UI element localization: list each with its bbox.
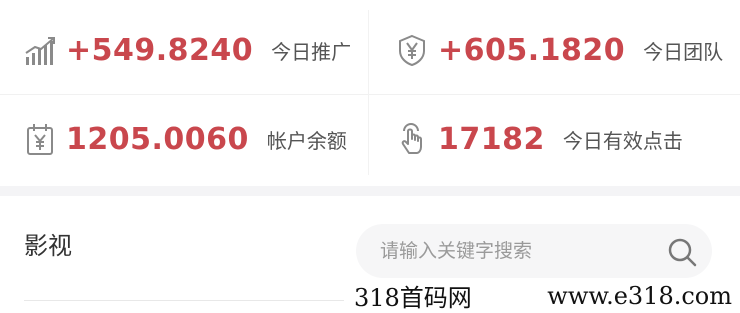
stat-label: 今日推广 bbox=[271, 39, 352, 64]
column-divider bbox=[368, 10, 369, 175]
stat-label: 今日有效点击 bbox=[562, 128, 683, 153]
search-icon[interactable] bbox=[666, 236, 698, 268]
stat-value: +549.8240 bbox=[66, 32, 254, 68]
search-input[interactable] bbox=[380, 234, 640, 268]
stat-account-balance[interactable]: 1205.0060 帐户余额 bbox=[22, 114, 347, 164]
stat-value: 1205.0060 bbox=[66, 121, 249, 157]
watermark: 318首码网 www.e318.com bbox=[344, 278, 740, 313]
tap-hand-icon bbox=[394, 121, 430, 157]
section-title: 影视 bbox=[24, 232, 72, 260]
stat-label: 今日团队 bbox=[643, 39, 724, 64]
row-divider bbox=[0, 94, 740, 95]
yen-shield-icon bbox=[394, 32, 430, 68]
bar-chart-icon bbox=[22, 32, 58, 68]
watermark-url: www.e318.com bbox=[547, 281, 732, 310]
yen-calendar-icon bbox=[22, 121, 58, 157]
search-box[interactable] bbox=[356, 224, 712, 278]
stat-today-team[interactable]: +605.1820 今日团队 bbox=[394, 25, 723, 75]
stat-value: 17182 bbox=[438, 121, 545, 157]
stat-value: +605.1820 bbox=[438, 32, 626, 68]
stat-label: 帐户余额 bbox=[266, 128, 347, 153]
stat-today-clicks[interactable]: 17182 今日有效点击 bbox=[394, 114, 683, 164]
stat-today-promotion[interactable]: +549.8240 今日推广 bbox=[22, 25, 351, 75]
watermark-site-name: 318首码网 bbox=[354, 284, 472, 312]
stats-panel: +549.8240 今日推广 +605.1820 今日团队 1205.0060 … bbox=[0, 0, 740, 186]
